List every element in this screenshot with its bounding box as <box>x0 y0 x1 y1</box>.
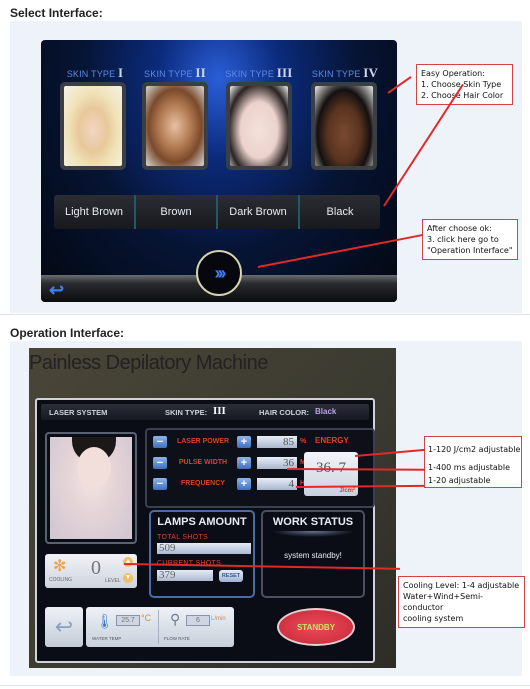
current-shots-value: 379 <box>157 570 213 581</box>
skin-type-1-photo[interactable] <box>60 82 126 170</box>
hair-color-bar: Light Brown Brown Dark Brown Black <box>54 195 380 229</box>
system-label: LASER SYSTEM <box>49 408 108 417</box>
note-line: Cooling Level: 1-4 adjustable <box>403 581 520 590</box>
skin-type-2-label[interactable]: SKIN TYPE II <box>135 65 215 81</box>
next-button[interactable]: ››› <box>196 250 242 296</box>
select-screen: SKIN TYPE I SKIN TYPE II SKIN TYPE III S… <box>41 40 397 302</box>
note-easy-operation: Easy Operation: 1. Choose Skin Type 2. C… <box>416 64 513 105</box>
skin-type-3-photo[interactable] <box>226 82 292 170</box>
note-after-choose: After choose ok: 3. click here go to "Op… <box>422 219 518 260</box>
operation-screen-photo: Painless Depilatory Machine LASER SYSTEM… <box>29 348 396 668</box>
level-down-button[interactable]: ▼ <box>123 573 133 583</box>
note-parameters: 1-120 J/cm2 adjustable 1-400 ms adjustab… <box>424 436 522 488</box>
laser-power-value[interactable]: 85 <box>257 436 297 448</box>
water-temp-label: WATER TEMP <box>92 636 122 641</box>
bottom-control-row: ↩ 🌡 25.7 °C WATER TEMP ⚲ 6 L/min FLOW RA… <box>42 605 368 651</box>
hair-color-light-brown[interactable]: Light Brown <box>54 195 136 229</box>
frequency-value[interactable]: 4 <box>257 478 297 490</box>
pulse-width-label: PULSE WIDTH <box>178 459 228 466</box>
note-line: After choose ok: <box>427 224 492 233</box>
laser-power-unit: % <box>300 438 307 445</box>
section-divider <box>0 314 530 315</box>
pulse-width-plus-button[interactable]: + <box>237 457 251 469</box>
note-line: "Operation Interface" <box>427 246 513 255</box>
hair-color-brown[interactable]: Brown <box>136 195 218 229</box>
energy-label: ENERGY <box>315 436 349 445</box>
bottom-divider <box>0 685 530 686</box>
status-glow <box>271 531 355 537</box>
thermometer-icon: 🌡 <box>96 613 114 629</box>
machine-title: Painless Depilatory Machine <box>29 352 268 374</box>
total-shots-label: TOTAL SHOTS <box>157 534 209 541</box>
cooling-value: 0 <box>91 557 101 579</box>
skin-type-value: III <box>213 405 226 417</box>
note-line: 1. Choose Skin Type <box>421 80 502 89</box>
note-line: 2. Choose Hair Color <box>421 91 504 100</box>
work-status-panel: WORK STATUS system standby! <box>261 510 365 598</box>
lamps-amount-title: LAMPS AMOUNT <box>157 516 247 528</box>
frequency-plus-button[interactable]: + <box>237 478 251 490</box>
skin-type-4-label[interactable]: SKIN TYPE IV <box>305 65 385 81</box>
skin-preview <box>45 432 137 544</box>
energy-unit: J/cm² <box>339 488 355 494</box>
flow-rate-unit: L/min <box>211 616 226 622</box>
skin-type-1-label[interactable]: SKIN TYPE I <box>55 65 135 81</box>
lamps-amount-panel: LAMPS AMOUNT TOTAL SHOTS 509 CURRENT SHO… <box>149 510 255 598</box>
note-frequency: 1-20 adjustable <box>428 476 491 485</box>
work-status-message: system standby! <box>284 551 342 560</box>
energy-display: 36. 7 J/cm² <box>304 452 358 496</box>
skin-type-2-photo[interactable] <box>142 82 208 170</box>
note-line: cooling system <box>403 614 464 623</box>
note-pulse-width: 1-400 ms adjustable <box>428 463 510 472</box>
cooling-label: COOLING <box>49 577 73 583</box>
return-arrow-icon[interactable]: ↩ <box>45 607 83 647</box>
face-photo <box>50 437 132 539</box>
hair-color-label: HAIR COLOR: <box>259 408 309 417</box>
laser-power-label: LASER POWER <box>176 438 230 445</box>
pulse-width-minus-button[interactable]: − <box>153 457 167 469</box>
flow-rate-value: 6 <box>186 615 210 626</box>
divider <box>158 610 159 644</box>
note-line: Easy Operation: <box>421 69 485 78</box>
total-shots-value: 509 <box>157 543 251 554</box>
note-energy: 1-120 J/cm2 adjustable <box>428 445 521 454</box>
water-temp-unit: °C <box>141 613 152 623</box>
lcd-header: LASER SYSTEM SKIN TYPE: III HAIR COLOR: … <box>41 404 369 420</box>
skin-type-3-label[interactable]: SKIN TYPE III <box>219 65 299 81</box>
hair-color-black[interactable]: Black <box>300 195 380 229</box>
return-arrow-icon[interactable]: ↩ <box>49 280 64 301</box>
note-cooling: Cooling Level: 1-4 adjustable Water+Wind… <box>398 576 525 628</box>
level-label: LEVEL <box>105 578 121 584</box>
hair-color-dark-brown[interactable]: Dark Brown <box>218 195 300 229</box>
note-line: 3. click here go to <box>427 235 499 244</box>
work-status-title: WORK STATUS <box>272 516 354 528</box>
water-temp-value: 25.7 <box>116 615 140 626</box>
lcd-screen: LASER SYSTEM SKIN TYPE: III HAIR COLOR: … <box>35 398 375 663</box>
flow-rate-label: FLOW RATE <box>164 636 190 641</box>
note-line: Water+Wind+Semi-conductor <box>403 592 484 612</box>
cooling-panel: ✻ COOLING 0 LEVEL ▲ ▼ <box>45 554 137 588</box>
skin-type-4-photo[interactable] <box>311 82 377 170</box>
water-flow-panel: 🌡 25.7 °C WATER TEMP ⚲ 6 L/min FLOW RATE <box>86 607 234 647</box>
reset-button[interactable]: RESET <box>219 570 243 582</box>
laser-power-minus-button[interactable]: − <box>153 436 167 448</box>
select-section-title: Select Interface: <box>10 6 103 20</box>
laser-power-plus-button[interactable]: + <box>237 436 251 448</box>
frequency-minus-button[interactable]: − <box>153 478 167 490</box>
snowflake-icon: ✻ <box>53 558 67 575</box>
hair-color-value: Black <box>315 407 337 416</box>
level-up-button[interactable]: ▲ <box>123 557 133 567</box>
standby-button[interactable]: STANDBY <box>277 608 355 646</box>
triple-chevron-right-icon: ››› <box>214 262 227 283</box>
frequency-label: FREQUENCY <box>181 480 225 487</box>
faucet-icon: ⚲ <box>170 611 181 627</box>
skin-type-label: SKIN TYPE: <box>165 408 208 417</box>
operation-section-title: Operation Interface: <box>10 326 125 340</box>
